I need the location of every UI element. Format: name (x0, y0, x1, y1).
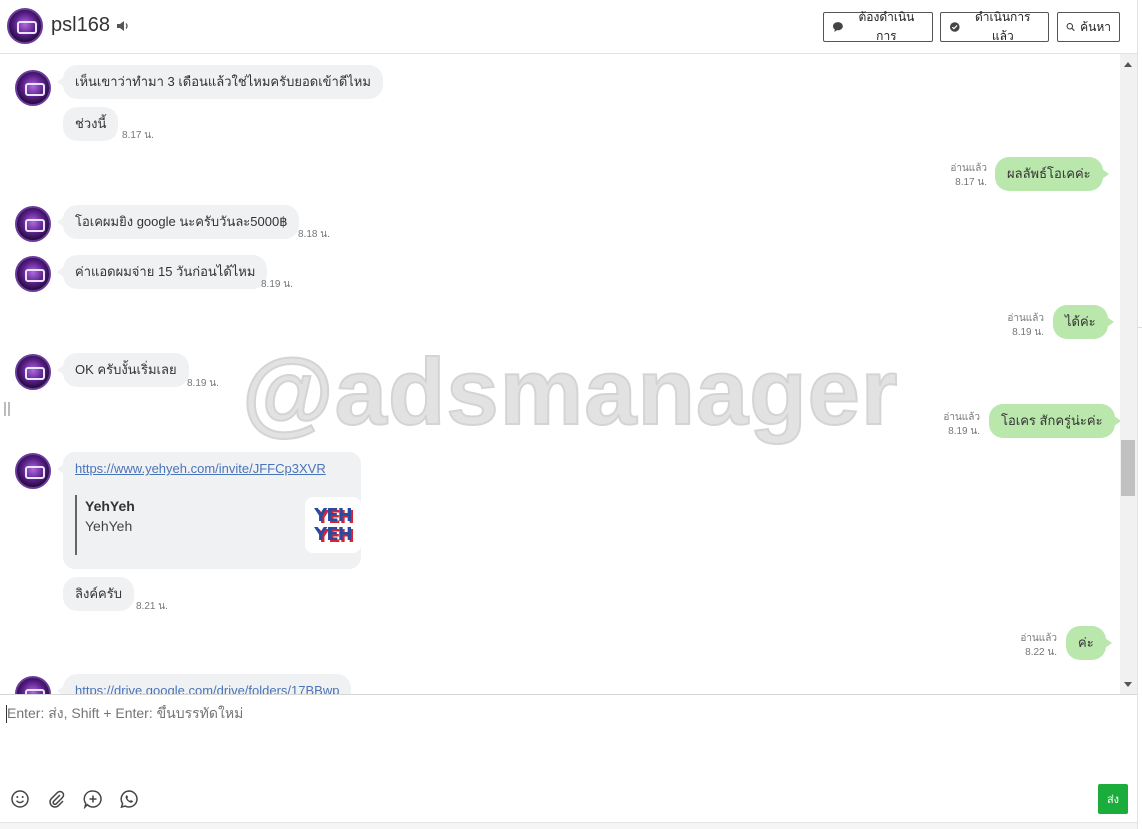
message-incoming: โอเคผมยิง google นะครับวันละ5000฿ (56, 205, 300, 239)
message-time: 8.21 น. (136, 601, 168, 612)
message-time: 8.22 น. (1025, 647, 1057, 658)
sender-avatar[interactable] (15, 206, 51, 242)
read-label: อ่านแล้ว (1007, 313, 1044, 324)
read-label: อ่านแล้ว (1020, 633, 1057, 644)
search-label: ค้นหา (1080, 19, 1111, 34)
message-input[interactable] (7, 705, 1107, 721)
composer: ส่ง (0, 694, 1137, 822)
chat-scrollbar[interactable] (1120, 54, 1137, 694)
message-outgoing: โอเคร สักครู่น่ะค่ะ (989, 404, 1120, 438)
add-template-icon[interactable] (83, 789, 103, 809)
send-button[interactable]: ส่ง (1098, 784, 1128, 814)
message-outgoing: ผลลัพธ์โอเคค่ะ (995, 157, 1109, 191)
read-status: อ่านแล้ว 8.17 น. (949, 162, 987, 190)
message-incoming: ช่วงนี้ (63, 107, 119, 141)
read-status: อ่านแล้ว 8.19 น. (1006, 312, 1044, 340)
preview-description: YehYeh (85, 518, 133, 534)
logo-text: YEH (314, 505, 352, 526)
message-list[interactable]: เห็นเขาว่าทำมา 3 เดือนแล้วใช่ไหมครับยอดเ… (0, 54, 1120, 694)
message-time: 8.17 น. (955, 177, 987, 188)
done-button[interactable]: ดำเนินการแล้ว (940, 10, 1049, 43)
link-preview[interactable]: YehYeh YehYeh YEH YEH (75, 495, 361, 555)
speech-bubble-icon (832, 22, 843, 32)
side-divider (1137, 0, 1142, 829)
sender-avatar[interactable] (15, 256, 51, 292)
message-incoming: ลิงค์ครับ (63, 577, 134, 611)
sender-avatar[interactable] (15, 354, 51, 390)
emoji-icon[interactable] (10, 789, 30, 809)
resize-handle[interactable] (4, 402, 10, 416)
contact-name: psl168 (51, 14, 110, 36)
watermark-text: @adsmanager (241, 338, 899, 445)
message-time: 8.19 น. (187, 378, 219, 389)
chat-header: psl168 ต้องดำเนินการ ดำเนินการแล้ว ค้นหา (0, 0, 1137, 54)
message-incoming: เห็นเขาว่าทำมา 3 เดือนแล้วใช่ไหมครับยอดเ… (57, 65, 383, 99)
bottom-strip (0, 822, 1137, 829)
sender-avatar[interactable] (15, 453, 51, 489)
attachment-icon[interactable] (46, 789, 66, 809)
invite-link[interactable]: https://www.yehyeh.com/invite/JFFCp3XVR (75, 461, 326, 476)
message-time: 8.18 น. (298, 229, 330, 240)
scroll-thumb[interactable] (1121, 440, 1135, 496)
scroll-down-arrow-icon[interactable] (1124, 682, 1132, 687)
message-link[interactable]: https://drive.google.com/drive/folders/1… (56, 674, 352, 694)
message-incoming: ค่าแอดผมจ่าย 15 วันก่อนได้ไหม (56, 255, 268, 289)
message-time: 8.19 น. (948, 426, 980, 437)
whatsapp-icon[interactable] (119, 789, 139, 809)
message-outgoing: ค่ะ (1066, 626, 1112, 660)
todo-label: ต้องดำเนินการ (858, 10, 915, 43)
link-preview-card[interactable]: https://www.yehyeh.com/invite/JFFCp3XVR … (57, 452, 361, 569)
sender-avatar[interactable] (15, 676, 51, 694)
preview-title: YehYeh (85, 498, 135, 514)
yehyeh-logo: YEH YEH (305, 497, 361, 553)
message-time: 8.17 น. (122, 130, 154, 141)
read-status: อ่านแล้ว 8.22 น. (1019, 632, 1057, 660)
speaker-icon[interactable] (116, 19, 130, 33)
done-label: ดำเนินการแล้ว (975, 10, 1031, 43)
message-incoming: OK ครับงั้นเริ่มเลย (57, 353, 189, 387)
logo-text: YEH (314, 524, 352, 545)
sender-avatar[interactable] (15, 70, 51, 106)
divider-tick (1137, 327, 1142, 328)
read-label: อ่านแล้ว (943, 412, 980, 423)
read-status: อ่านแล้ว 8.19 น. (942, 411, 980, 439)
contact-avatar[interactable] (7, 8, 43, 44)
search-icon (1066, 23, 1075, 32)
message-time: 8.19 น. (261, 279, 293, 290)
todo-button[interactable]: ต้องดำเนินการ (823, 10, 933, 43)
chat-check-icon (949, 22, 960, 32)
message-outgoing: ได้ค่ะ (1053, 305, 1114, 339)
scroll-up-arrow-icon[interactable] (1124, 62, 1132, 67)
message-time: 8.19 น. (1012, 327, 1044, 338)
read-label: อ่านแล้ว (950, 163, 987, 174)
search-button[interactable]: ค้นหา (1057, 12, 1120, 42)
